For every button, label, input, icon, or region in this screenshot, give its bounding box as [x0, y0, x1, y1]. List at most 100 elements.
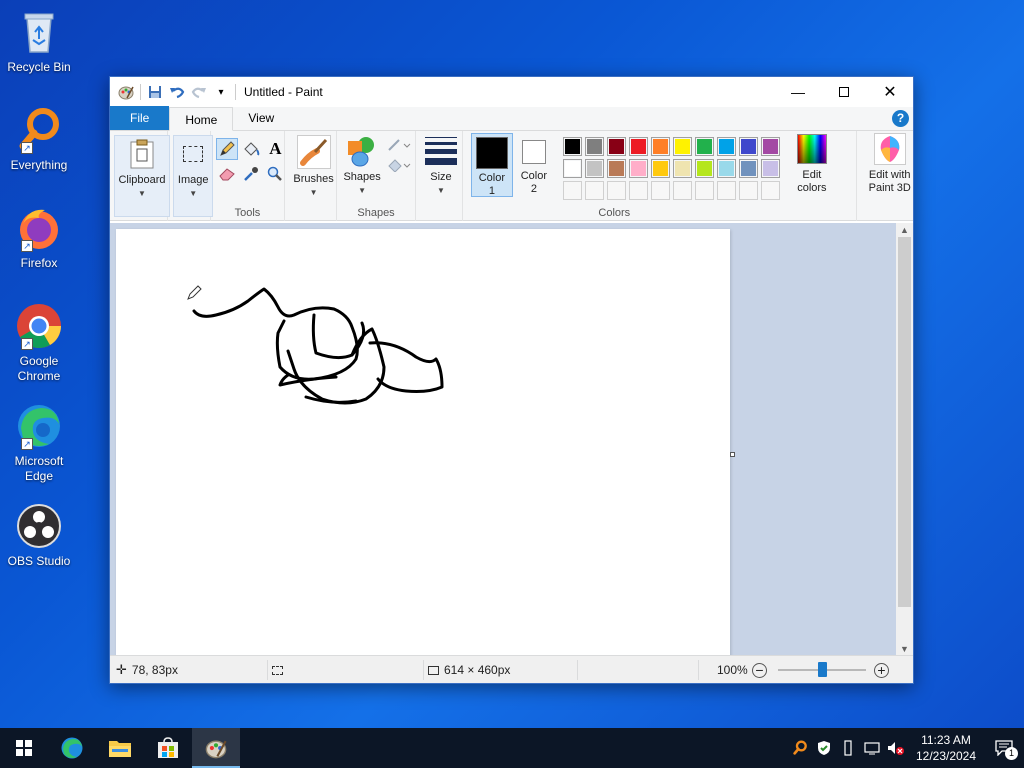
- everything-tray-icon[interactable]: [788, 728, 812, 768]
- palette-swatch[interactable]: [738, 159, 758, 178]
- custom-color-slot[interactable]: [628, 181, 648, 200]
- color-picker-tool[interactable]: [240, 163, 262, 185]
- color2-button[interactable]: Color 2: [513, 133, 555, 196]
- palette-swatch[interactable]: [694, 137, 714, 156]
- tab-file[interactable]: File: [110, 106, 170, 130]
- desktop-icon-recycle-bin[interactable]: Recycle Bin: [4, 8, 74, 75]
- zoom-slider-thumb[interactable]: [818, 662, 827, 677]
- eraser-icon: [219, 168, 236, 181]
- canvas-resize-handle-right[interactable]: [730, 452, 735, 457]
- drawing-canvas[interactable]: [116, 229, 730, 656]
- close-button[interactable]: ✕: [867, 77, 913, 107]
- undo-icon[interactable]: [169, 84, 185, 100]
- security-shield-icon[interactable]: [812, 728, 836, 768]
- palette-swatch[interactable]: [694, 159, 714, 178]
- palette-swatch[interactable]: [716, 159, 736, 178]
- palette-swatch[interactable]: [628, 159, 648, 178]
- magnifier-tool[interactable]: [264, 163, 286, 185]
- text-tool-icon[interactable]: A: [264, 138, 286, 160]
- custom-color-slot[interactable]: [694, 181, 714, 200]
- desktop-icon-obs-studio[interactable]: OBS Studio: [4, 502, 74, 569]
- custom-color-slot[interactable]: [606, 181, 626, 200]
- system-clock[interactable]: 11:23 AM 12/23/2024: [908, 732, 984, 764]
- outline-button[interactable]: [387, 137, 415, 153]
- notification-center-button[interactable]: 1: [984, 728, 1024, 768]
- swatch-color: [652, 161, 668, 176]
- tab-view[interactable]: View: [233, 106, 289, 130]
- palette-swatch[interactable]: [562, 137, 582, 156]
- maximize-button[interactable]: [821, 77, 867, 107]
- clipboard-button[interactable]: Clipboard ▼: [114, 135, 170, 217]
- separator: [577, 660, 578, 680]
- taskbar-file-explorer[interactable]: [96, 728, 144, 768]
- edit-with-paint3d-button[interactable]: Edit with Paint 3D: [861, 133, 919, 195]
- palette-swatch[interactable]: [738, 137, 758, 156]
- usb-device-icon[interactable]: [836, 728, 860, 768]
- palette-swatch[interactable]: [760, 137, 780, 156]
- chevron-down-icon: ▼: [189, 189, 198, 198]
- desktop-icon-microsoft-edge[interactable]: ↗ Microsoft Edge: [4, 402, 74, 484]
- zoom-in-button[interactable]: +: [874, 656, 889, 684]
- size-button[interactable]: Size ▼: [420, 135, 462, 197]
- palette-swatch[interactable]: [606, 137, 626, 156]
- palette-swatch[interactable]: [606, 159, 626, 178]
- eraser-tool[interactable]: [216, 163, 238, 185]
- swatch-color: [718, 161, 734, 176]
- scroll-down-icon[interactable]: ▼: [896, 642, 913, 656]
- fill-tool[interactable]: [240, 138, 262, 160]
- system-tray: 11:23 AM 12/23/2024 1: [788, 728, 1024, 768]
- swatch-color: [608, 161, 624, 176]
- vertical-scrollbar[interactable]: ▲ ▼: [896, 223, 913, 656]
- shapes-button[interactable]: Shapes ▼: [339, 135, 385, 197]
- palette-swatch[interactable]: [584, 137, 604, 156]
- desktop-icon-firefox[interactable]: ↗ Firefox: [4, 204, 74, 271]
- title-bar[interactable]: ▾ Untitled - Paint — ✕: [110, 77, 913, 107]
- help-icon[interactable]: ?: [892, 110, 909, 127]
- edit-colors-button[interactable]: Edit colors: [789, 133, 835, 195]
- save-icon[interactable]: [147, 84, 163, 100]
- pencil-tool[interactable]: [216, 138, 239, 160]
- custom-color-slot[interactable]: [672, 181, 692, 200]
- swatch-color: [630, 139, 646, 154]
- palette-swatch[interactable]: [760, 159, 780, 178]
- pencil-icon: [220, 141, 236, 156]
- palette-swatch[interactable]: [562, 159, 582, 178]
- custom-color-slot[interactable]: [584, 181, 604, 200]
- zoom-out-button[interactable]: −: [752, 656, 767, 684]
- palette-swatch[interactable]: [716, 137, 736, 156]
- custom-color-slot[interactable]: [562, 181, 582, 200]
- scroll-up-icon[interactable]: ▲: [896, 223, 913, 237]
- tab-home[interactable]: Home: [169, 107, 234, 131]
- start-button[interactable]: [0, 728, 48, 768]
- desktop-icon-everything[interactable]: ↗ Everything: [4, 106, 74, 173]
- selection-size: [272, 656, 283, 684]
- volume-muted-icon[interactable]: [884, 728, 908, 768]
- desktop-icon-label: Firefox: [20, 256, 58, 270]
- paint-app-icon[interactable]: [118, 84, 134, 100]
- image-button[interactable]: Image ▼: [173, 135, 214, 217]
- custom-color-slot[interactable]: [760, 181, 780, 200]
- color1-button[interactable]: Color 1: [470, 133, 513, 197]
- redo-icon[interactable]: [191, 84, 207, 100]
- taskbar-paint[interactable]: [192, 728, 240, 768]
- taskbar-store[interactable]: [144, 728, 192, 768]
- fill-button[interactable]: [387, 157, 415, 173]
- palette-swatch[interactable]: [628, 137, 648, 156]
- brushes-button[interactable]: Brushes ▼: [289, 135, 339, 199]
- custom-color-slot[interactable]: [738, 181, 758, 200]
- desktop-icon-google-chrome[interactable]: ↗ Google Chrome: [4, 302, 74, 384]
- customize-toolbar-chevron-icon[interactable]: ▾: [213, 84, 229, 100]
- palette-swatch[interactable]: [672, 159, 692, 178]
- scrollbar-thumb[interactable]: [898, 237, 911, 607]
- palette-swatch[interactable]: [650, 137, 670, 156]
- palette-swatch[interactable]: [650, 159, 670, 178]
- minimize-button[interactable]: —: [775, 77, 821, 107]
- custom-color-slot[interactable]: [716, 181, 736, 200]
- custom-color-slot[interactable]: [650, 181, 670, 200]
- network-icon[interactable]: [860, 728, 884, 768]
- shortcut-arrow-icon: ↗: [21, 142, 33, 154]
- taskbar-edge[interactable]: [48, 728, 96, 768]
- swatch-color: [674, 139, 690, 154]
- palette-swatch[interactable]: [672, 137, 692, 156]
- palette-swatch[interactable]: [584, 159, 604, 178]
